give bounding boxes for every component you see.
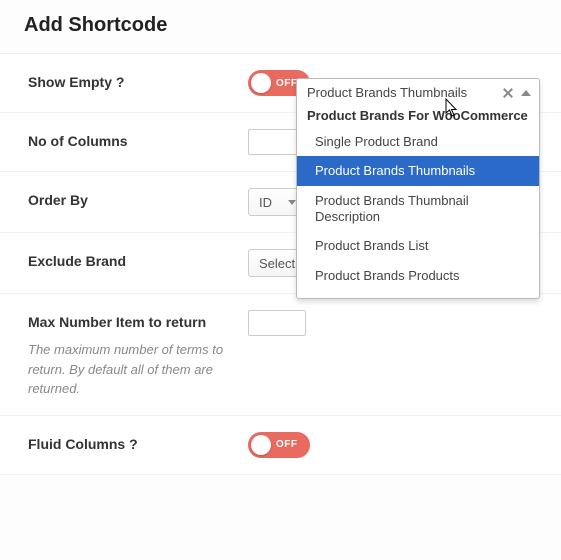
label-fluid-columns: Fluid Columns ? bbox=[28, 432, 248, 452]
label-columns: No of Columns bbox=[28, 129, 248, 149]
toggle-knob bbox=[251, 435, 271, 455]
dropdown-option[interactable]: Product Brands Thumbnail Description bbox=[297, 186, 539, 231]
row-fluid-columns: Fluid Columns ? OFF bbox=[0, 416, 561, 475]
dropdown-group-label: Product Brands For WooCommerce bbox=[297, 104, 539, 127]
dropdown-option[interactable]: Product Brands Thumbnails bbox=[297, 156, 539, 186]
max-return-desc: The maximum number of terms to return. B… bbox=[28, 340, 248, 399]
dropdown-option[interactable]: Product Brands Products bbox=[297, 261, 539, 291]
dropdown-current-value: Product Brands Thumbnails bbox=[307, 85, 501, 100]
fluid-columns-toggle[interactable]: OFF bbox=[248, 432, 310, 458]
label-max-return-text: Max Number Item to return bbox=[28, 314, 206, 330]
row-max-return: Max Number Item to return The maximum nu… bbox=[0, 294, 561, 416]
dropdown-header: Product Brands Thumbnails bbox=[297, 79, 539, 104]
toggle-state-label: OFF bbox=[276, 78, 298, 89]
label-exclude-brand: Exclude Brand bbox=[28, 249, 248, 269]
shortcode-select-dropdown[interactable]: Product Brands Thumbnails Product Brands… bbox=[296, 78, 540, 299]
page-title: Add Shortcode bbox=[24, 14, 537, 37]
toggle-knob bbox=[251, 73, 271, 93]
label-order-by: Order By bbox=[28, 188, 248, 208]
label-show-empty: Show Empty ? bbox=[28, 70, 248, 90]
toggle-state-label: OFF bbox=[276, 439, 298, 450]
dropdown-option[interactable]: Product Brands List bbox=[297, 231, 539, 261]
label-max-return: Max Number Item to return The maximum nu… bbox=[28, 310, 248, 399]
dropdown-body: Product Brands For WooCommerce Single Pr… bbox=[297, 104, 539, 298]
max-return-input[interactable] bbox=[248, 310, 306, 336]
collapse-icon[interactable] bbox=[521, 90, 531, 96]
dropdown-option[interactable]: Single Product Brand bbox=[297, 127, 539, 157]
close-icon[interactable] bbox=[501, 86, 515, 100]
order-by-value: ID bbox=[259, 195, 272, 210]
page-header: Add Shortcode bbox=[0, 0, 561, 54]
